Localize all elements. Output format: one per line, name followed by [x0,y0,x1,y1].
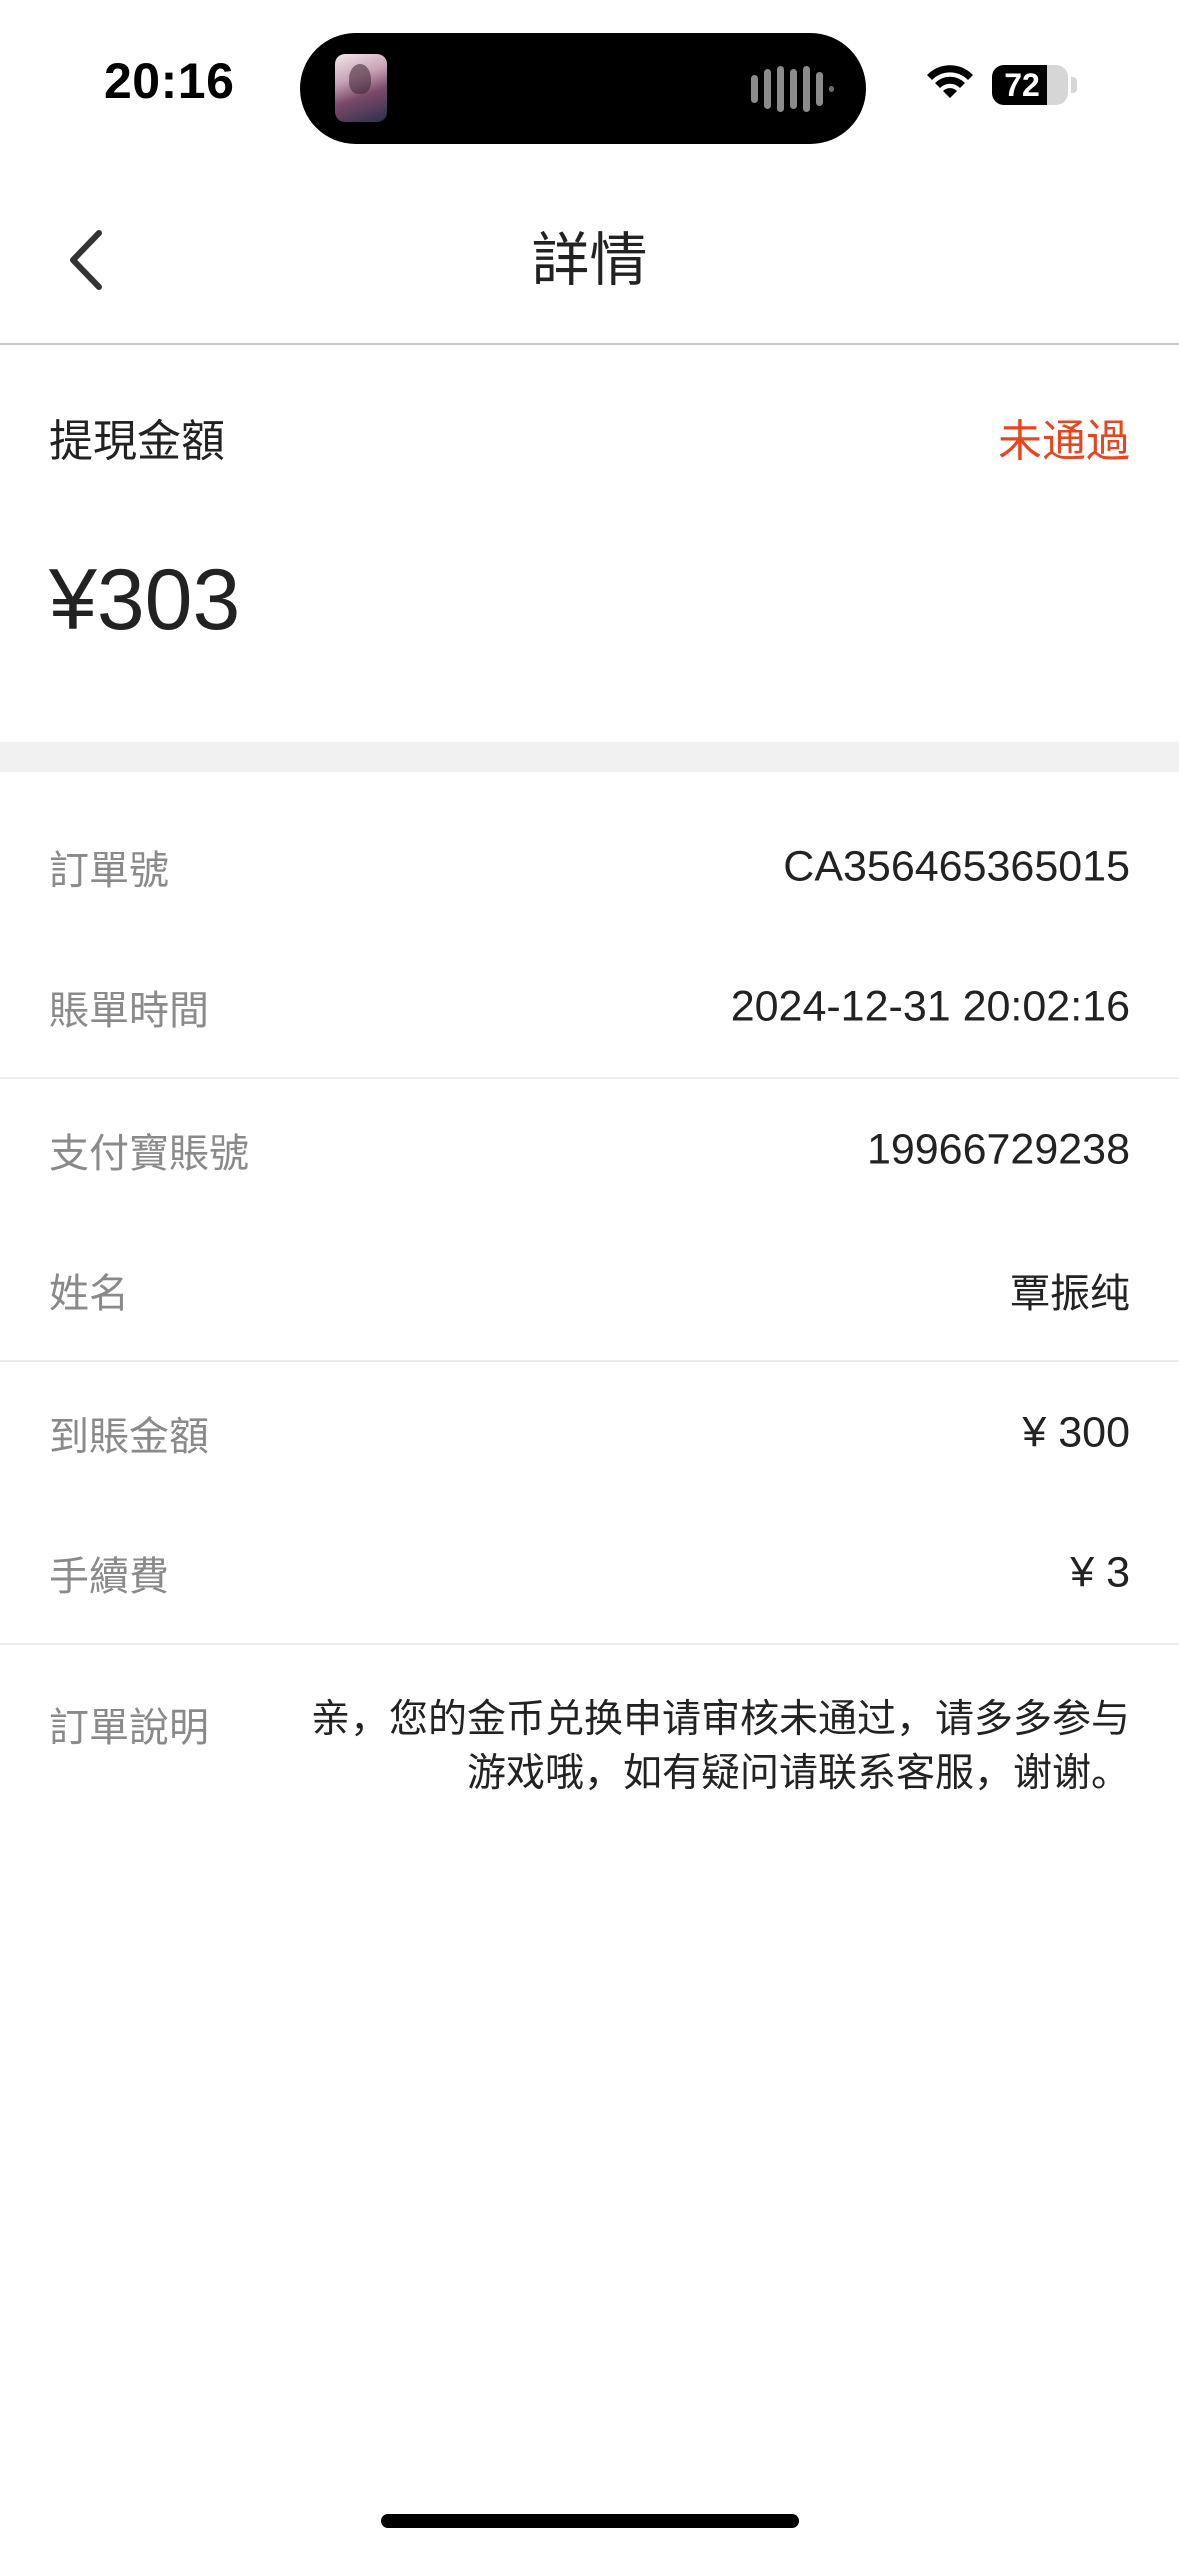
detail-row-bill-time: 賬單時間 2024-12-31 20:02:16 [0,937,1179,1077]
row-divider [0,1077,1179,1079]
page-title: 詳情 [531,226,648,294]
status-bar: 20:16 72 [0,0,1179,175]
name-value: 覃振纯 [1010,1271,1130,1317]
alipay-account-value: 19966729238 [866,1125,1130,1174]
name-label: 姓名 [49,1271,129,1317]
app-thumbnail-icon [335,54,387,122]
section-divider [0,742,1179,772]
home-indicator[interactable] [381,2514,799,2528]
bill-time-label: 賬單時間 [49,988,209,1034]
alipay-account-label: 支付寶賬號 [49,1131,249,1177]
detail-row-order-note: 訂單說明 亲，您的金币兑换申请审核未通过，请多多参与游戏哦，如有疑问请联系客服，… [0,1645,1179,1845]
bill-time-value: 2024-12-31 20:02:16 [730,982,1130,1031]
row-divider [0,1360,1179,1362]
nav-bar: 詳情 [0,175,1179,345]
order-number-label: 訂單號 [49,848,169,894]
detail-row-name: 姓名 覃振纯 [0,1220,1179,1360]
order-note-text: 亲，您的金币兑换申请审核未通过，请多多参与游戏哦，如有疑问请联系客服，谢谢。 [310,1697,1130,1796]
wifi-icon [927,65,973,98]
withdrawal-summary: 提現金額 未通過 ¥303 [0,345,1179,742]
detail-row-fee: 手續費 ¥ 3 [0,1503,1179,1643]
status-badge: 未通過 [998,416,1130,467]
withdrawal-amount-label: 提現金額 [49,416,225,467]
battery-cap [1071,77,1077,93]
dynamic-island[interactable] [300,33,866,144]
fee-value: ¥ 3 [1070,1548,1130,1597]
withdrawal-amount-value: ¥303 [49,552,241,648]
received-amount-value: ¥ 300 [1022,1408,1130,1457]
detail-row-received-amount: 到賬金額 ¥ 300 [0,1363,1179,1503]
order-note-label: 訂單說明 [49,1705,209,1751]
fee-label: 手續費 [49,1554,169,1600]
battery-level: 72 [1004,67,1040,103]
received-amount-label: 到賬金額 [49,1414,209,1460]
order-number-value: CA356465365015 [783,842,1130,891]
audio-waveform-icon [751,66,834,112]
status-time: 20:16 [104,53,235,109]
battery-icon: 72 [992,65,1068,105]
detail-row-order-number: 訂單號 CA356465365015 [0,797,1179,937]
detail-row-alipay-account: 支付寶賬號 19966729238 [0,1080,1179,1220]
